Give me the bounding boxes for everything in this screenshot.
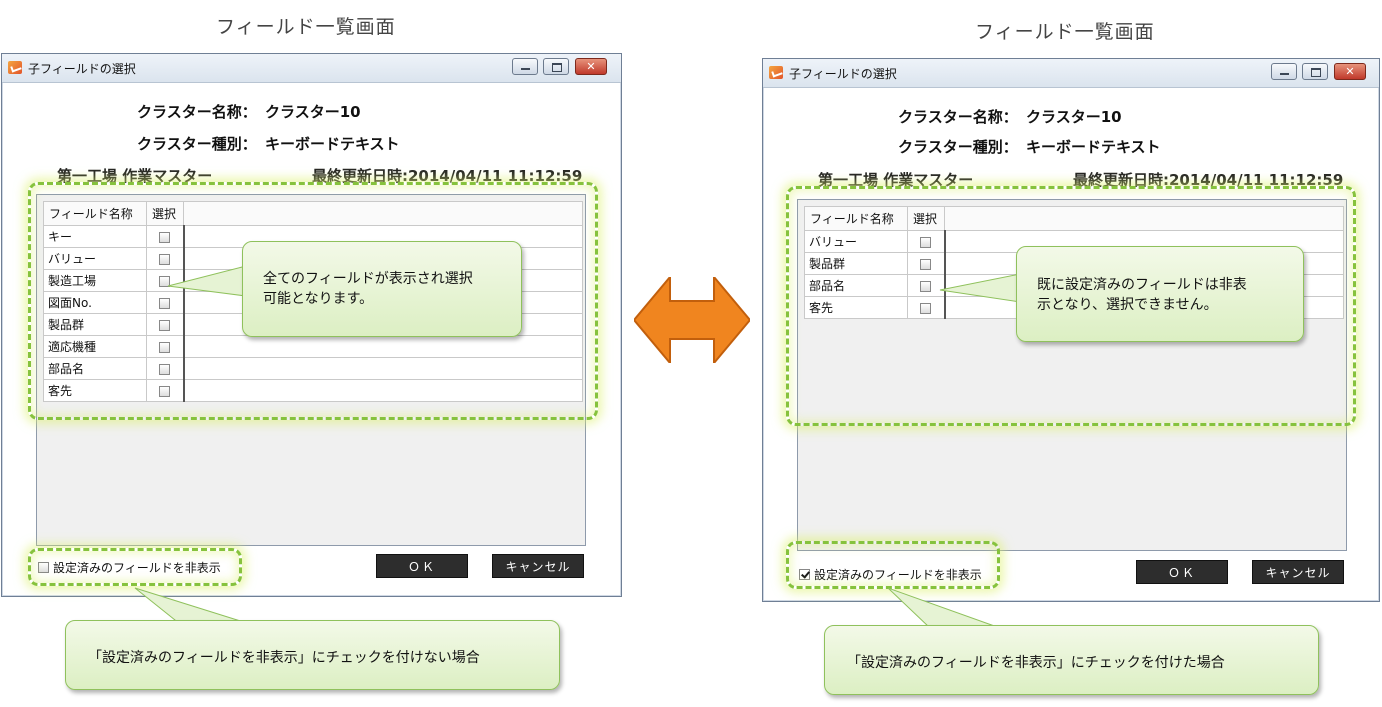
right-callout-tails bbox=[887, 273, 1021, 629]
left-field-callout: 全てのフィールドが表示され選択 可能となります。 bbox=[242, 241, 522, 337]
right-callout-line1: 既に設定済みのフィールドは非表 bbox=[1037, 277, 1247, 293]
right-callout-line2: 示となり、選択できません。 bbox=[1037, 297, 1218, 313]
left-callout-line1: 全てのフィールドが表示され選択 bbox=[263, 271, 473, 287]
left-bottom-callout: 「設定済みのフィールドを非表示」にチェックを付けない場合 bbox=[65, 620, 560, 690]
left-callout-line2: 可能となります。 bbox=[263, 291, 374, 307]
right-field-callout: 既に設定済みのフィールドは非表 示となり、選択できません。 bbox=[1016, 246, 1304, 342]
right-bottom-callout: 「設定済みのフィールドを非表示」にチェックを付けた場合 bbox=[824, 625, 1319, 695]
